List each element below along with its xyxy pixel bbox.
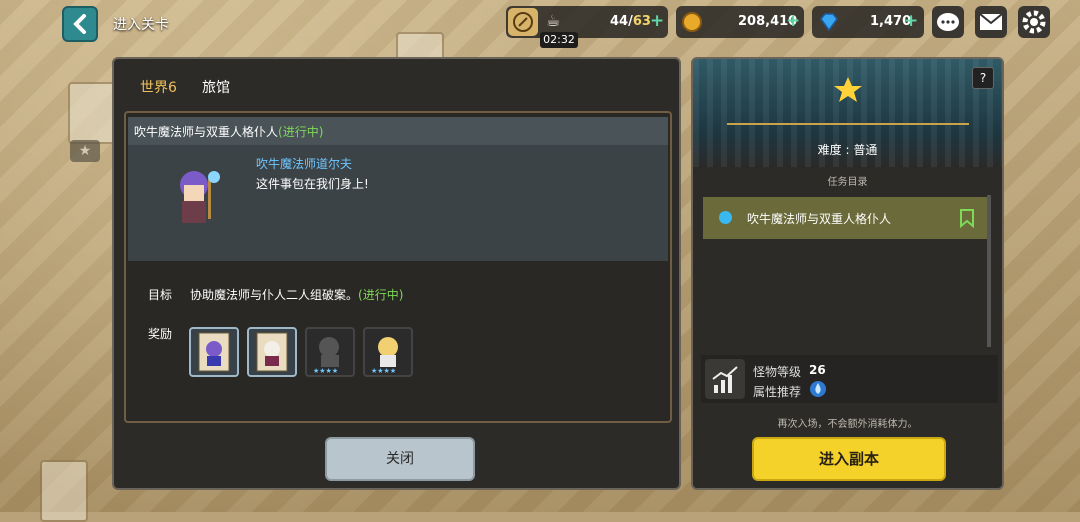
npc-dialog-text: 这件事包在我们身上! — [256, 177, 369, 191]
mission-item-title: 吹牛魔法师与双重人格仆人 — [747, 212, 892, 226]
stamina-counter: ☕ 44/63 + 02:32 — [506, 6, 668, 48]
goal-text: 协助魔法师与仆人二人组破案。(进行中) — [190, 288, 404, 302]
reward-card-4[interactable]: ★★★★ — [363, 327, 413, 377]
mission-list-item[interactable]: 吹牛魔法师与双重人格仆人 — [703, 197, 987, 239]
difficulty-divider — [727, 123, 969, 125]
enter-dungeon-button[interactable]: 进入副本 — [752, 437, 946, 481]
stamina-timer: 02:32 — [540, 32, 578, 48]
quest-title: 吹牛魔法师与双重人格仆人(进行中) — [134, 125, 324, 139]
reentry-note: 再次入场，不会额外消耗体力。 — [777, 419, 918, 430]
npc-avatar — [168, 163, 232, 235]
bg-sword-card — [68, 82, 116, 144]
mission-dot-icon — [719, 211, 732, 224]
stage-info-panel: ? 难度 : 普通 任务目录 吹牛魔法师与双重人格仆人 怪物等级 26 属性推荐… — [691, 57, 1004, 490]
bookmark-icon — [960, 209, 974, 228]
tab-inn[interactable]: 旅馆 — [202, 77, 230, 97]
gear-icon — [1022, 10, 1046, 34]
page-title: 进入关卡 — [113, 17, 169, 33]
reward-card-3[interactable]: ★★★★ — [305, 327, 355, 377]
compass-icon[interactable] — [508, 8, 538, 36]
reward-label: 奖励 — [148, 327, 173, 341]
npc-name: 吹牛魔法师道尔夫 — [256, 157, 353, 171]
gem-counter: 1,470 + — [812, 6, 924, 38]
chat-button[interactable] — [932, 6, 964, 38]
goal-label: 目标 — [148, 288, 173, 302]
character-portrait-icon: ★★★★ — [371, 337, 398, 375]
mission-list-label: 任务目录 — [827, 177, 868, 188]
back-button[interactable] — [62, 6, 98, 42]
star-icon — [834, 77, 862, 102]
svg-text:★★★★: ★★★★ — [371, 367, 396, 375]
quest-header: 吹牛魔法师与双重人格仆人(进行中) — [128, 117, 668, 145]
difficulty-text: 难度 : 普通 — [817, 143, 878, 157]
coin-icon — [682, 12, 702, 32]
bg-sword-card — [40, 460, 88, 522]
mail-button[interactable] — [975, 6, 1007, 38]
diamond-icon — [820, 13, 838, 32]
monster-info: 怪物等级 26 属性推荐 — [701, 355, 998, 403]
character-card-icon — [198, 332, 230, 372]
quest-dialog: 吹牛魔法师道尔夫 这件事包在我们身上! — [128, 145, 668, 261]
mission-scrollbar[interactable] — [987, 195, 991, 347]
character-card-icon — [256, 332, 288, 372]
stamina-plus-button[interactable]: + — [650, 11, 664, 31]
gold-counter: 208,410 + — [676, 6, 804, 38]
gem-plus-button[interactable]: + — [904, 11, 918, 31]
bg-star-badge: ★ — [70, 140, 100, 162]
monster-level-value: 26 — [809, 363, 826, 377]
close-button[interactable]: 关闭 — [325, 437, 475, 481]
level-chart-icon — [705, 359, 745, 399]
reward-card-2[interactable] — [247, 327, 297, 377]
chat-icon — [937, 13, 959, 31]
quest-detail-panel: 世界6 旅馆 吹牛魔法师与双重人格仆人(进行中) 吹牛魔法师道尔夫 这件事包在我… — [112, 57, 681, 490]
settings-button[interactable] — [1018, 6, 1050, 38]
svg-text:★★★★: ★★★★ — [313, 367, 338, 375]
costume-silhouette-icon: ★★★★ — [313, 337, 339, 375]
help-button[interactable]: ? — [972, 67, 994, 89]
stamina-value: 44/63 — [610, 14, 651, 29]
tab-world[interactable]: 世界6 — [140, 77, 177, 97]
attribute-label: 属性推荐 — [753, 385, 802, 399]
gold-plus-button[interactable]: + — [786, 11, 800, 31]
stage-banner: ? 难度 : 普通 — [693, 59, 1002, 167]
chevron-left-icon — [73, 14, 86, 34]
monster-level-label: 怪物等级 — [753, 365, 802, 379]
water-attribute-icon — [810, 381, 826, 397]
coffee-icon: ☕ — [546, 11, 561, 30]
reward-card-1[interactable] — [189, 327, 239, 377]
mail-icon — [979, 13, 1003, 30]
